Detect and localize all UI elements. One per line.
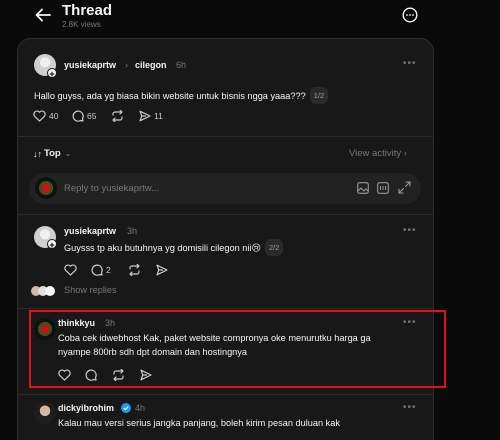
divider xyxy=(17,394,434,395)
share-button[interactable] xyxy=(156,264,168,276)
reply-time: 3h xyxy=(105,318,116,328)
divider xyxy=(17,214,434,215)
comment-button[interactable]: 2 xyxy=(91,264,111,276)
send-icon xyxy=(140,369,152,381)
post-time: 6h xyxy=(176,60,187,70)
reply-time: 4h xyxy=(135,403,146,413)
reply-username[interactable]: dickyibrohim xyxy=(58,403,114,413)
view-activity-label: View activity xyxy=(349,148,402,159)
reply-body: Guysss tp aku butuhnya yg domisili cileg… xyxy=(64,243,261,253)
mini-avatar xyxy=(45,286,55,296)
replier-avatars xyxy=(31,286,55,296)
like-button[interactable] xyxy=(64,264,77,276)
reply-username[interactable]: thinkkyu xyxy=(58,318,95,328)
comment-icon xyxy=(91,264,103,276)
reply-more-icon[interactable]: ••• xyxy=(403,225,417,236)
reply-more-icon[interactable]: ••• xyxy=(403,317,417,328)
image-icon[interactable] xyxy=(357,182,369,194)
send-icon xyxy=(156,264,168,276)
divider xyxy=(17,308,434,309)
sort-icon: ↓↑ xyxy=(33,148,42,159)
page-badge: 1/2 xyxy=(309,87,329,104)
follow-plus-icon[interactable]: + xyxy=(47,239,57,250)
share-button[interactable]: 11 xyxy=(139,110,163,122)
comment-button[interactable] xyxy=(85,369,97,381)
page-title: Thread xyxy=(62,2,113,19)
reply-username[interactable]: yusiekaprtw xyxy=(64,226,116,236)
repost-button[interactable] xyxy=(111,110,124,122)
heart-icon xyxy=(64,264,77,276)
reply-time: 3h xyxy=(127,226,138,236)
reply-more-icon[interactable]: ••• xyxy=(403,402,417,413)
show-replies-link[interactable]: Show replies xyxy=(64,285,117,295)
reply-placeholder: Reply to yusiekaprtw... xyxy=(64,183,160,194)
like-button[interactable]: 40 xyxy=(33,110,58,122)
like-button[interactable] xyxy=(58,369,71,381)
reply-text: Coba cek idwebhost Kak, paket website co… xyxy=(58,333,371,343)
sort-dropdown[interactable]: ↓↑ Top ⌄ xyxy=(33,148,71,159)
more-options-icon[interactable] xyxy=(400,5,420,25)
follow-plus-icon[interactable]: + xyxy=(47,68,57,79)
repost-icon xyxy=(112,110,123,122)
send-icon xyxy=(139,110,151,122)
comment-icon xyxy=(85,369,97,381)
repost-button[interactable] xyxy=(112,369,125,381)
post-more-icon[interactable]: ••• xyxy=(403,58,417,69)
chevron-right-icon: › xyxy=(125,60,128,70)
comment-count: 2 xyxy=(106,265,111,275)
view-count: 2.8K views xyxy=(62,20,101,29)
like-count: 40 xyxy=(49,111,59,121)
comment-icon xyxy=(72,110,84,122)
heart-icon xyxy=(33,110,46,122)
comment-button[interactable]: 65 xyxy=(72,110,96,122)
post-body: Hallo guyss, ada yg biasa bikin website … xyxy=(34,91,306,101)
reply-text: nyampe 800rb sdh dpt domain dan hostingn… xyxy=(58,347,247,357)
avatar[interactable] xyxy=(34,318,56,340)
page-badge: 2/2 xyxy=(265,239,284,256)
back-arrow-icon[interactable] xyxy=(32,4,54,26)
reply-to-username[interactable]: cilegon xyxy=(135,60,167,70)
share-button[interactable] xyxy=(140,369,152,381)
comment-count: 65 xyxy=(87,111,97,121)
verified-badge-icon xyxy=(121,403,131,413)
post-text: Hallo guyss, ada yg biasa bikin website … xyxy=(34,87,329,104)
reply-text: Guysss tp aku butuhnya yg domisili cileg… xyxy=(64,239,284,256)
post-username[interactable]: yusiekaprtw xyxy=(64,60,116,70)
heart-icon xyxy=(58,369,71,381)
repost-icon xyxy=(113,369,124,381)
repost-button[interactable] xyxy=(128,264,141,276)
chevron-right-icon: › xyxy=(403,148,407,159)
current-user-avatar xyxy=(35,177,57,199)
divider xyxy=(17,136,434,137)
chevron-down-icon: ⌄ xyxy=(64,149,72,158)
view-activity-link[interactable]: View activity › xyxy=(349,148,407,159)
gif-icon[interactable] xyxy=(377,182,389,194)
share-count: 11 xyxy=(154,111,163,121)
avatar[interactable] xyxy=(34,402,56,424)
repost-icon xyxy=(129,264,140,276)
reply-text: Kalau mau versi serius jangka panjang, b… xyxy=(58,418,340,428)
expand-icon[interactable] xyxy=(398,181,411,194)
sort-label: Top xyxy=(44,148,61,159)
